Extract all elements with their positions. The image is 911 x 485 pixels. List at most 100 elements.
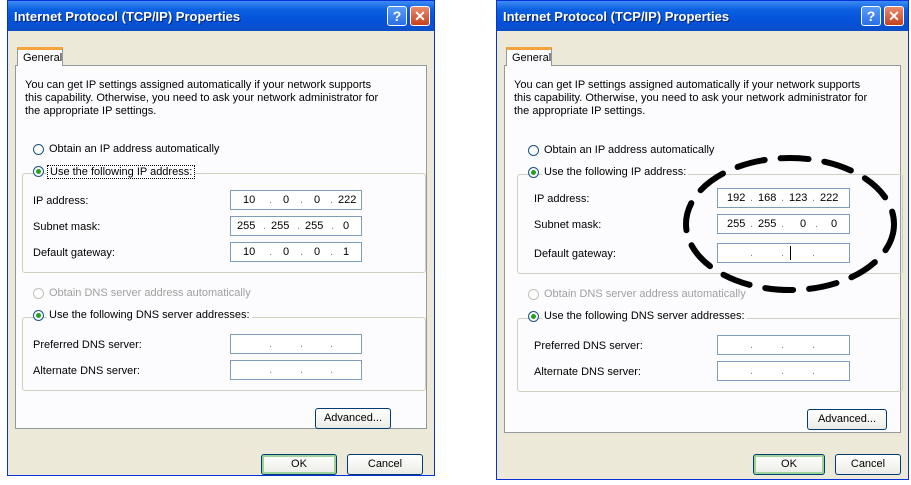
right-ip-sep: . (812, 192, 816, 204)
left-subnet-octet-2: 255 (271, 220, 290, 232)
right-radio-use-dns[interactable] (528, 311, 539, 322)
right-subnet-input[interactable]: 255 . 255 . 0 . 0 (717, 214, 850, 234)
left-gateway-octet-1: 10 (243, 246, 256, 258)
right-subnet-sep: . (815, 218, 819, 230)
right-title-bar[interactable]: Internet Protocol (TCP/IP) Properties ? … (497, 1, 908, 31)
right-subnet-label: Subnet mask: (534, 219, 602, 231)
right-subnet-octet-4: 0 (831, 218, 838, 230)
left-gateway-label: Default gateway: (33, 247, 115, 259)
right-ip-sep: . (750, 192, 754, 204)
right-subnet-sep: . (750, 218, 754, 230)
left-ip-sep: . (330, 194, 334, 206)
right-alternate-dns-sep: . (750, 365, 754, 377)
right-radio-use-dns-dot (531, 314, 536, 319)
right-dialog-title: Internet Protocol (TCP/IP) Properties (503, 9, 730, 24)
left-close-button[interactable]: ✕ (410, 6, 430, 26)
left-ip-octet-4: 222 (338, 194, 357, 206)
right-gateway-label: Default gateway: (534, 248, 616, 260)
left-subnet-octet-1: 255 (237, 220, 256, 232)
left-gateway-octet-3: 0 (314, 246, 321, 258)
left-preferred-dns-sep: . (330, 338, 334, 350)
right-help-button[interactable]: ? (861, 6, 881, 26)
left-subnet-octet-3: 255 (305, 220, 324, 232)
left-ip-input[interactable]: 10 . 0 . 0 . 222 (230, 190, 362, 210)
help-icon: ? (866, 8, 876, 24)
right-advanced-button[interactable]: Advanced... (807, 409, 887, 430)
right-intro-line1: You can get IP settings assigned automat… (514, 79, 861, 91)
left-ip-octet-3: 0 (314, 194, 321, 206)
left-subnet-input[interactable]: 255 . 255 . 255 . 0 (230, 216, 362, 236)
left-gateway-sep: . (330, 246, 334, 258)
left-intro-line2: this capability. Otherwise, you need to … (25, 92, 379, 104)
right-tab-general[interactable]: General (506, 47, 552, 66)
left-ip-sep: . (269, 194, 273, 206)
right-intro-line2: this capability. Otherwise, you need to … (514, 92, 868, 104)
left-advanced-button[interactable]: Advanced... (315, 408, 391, 429)
right-ip-input[interactable]: 192 . 168 . 123 . 222 (717, 188, 850, 208)
left-ip-octet-1: 10 (243, 194, 256, 206)
left-subnet-sep: . (297, 220, 301, 232)
right-dialog: Internet Protocol (TCP/IP) Properties ? … (496, 0, 909, 480)
right-preferred-dns-sep: . (750, 339, 754, 351)
left-subnet-sep: . (263, 220, 267, 232)
left-intro-line3: the appropriate IP settings. (25, 105, 157, 117)
left-subnet-octet-4: 0 (343, 220, 350, 232)
right-radio-obtain-dns[interactable] (528, 289, 539, 300)
left-preferred-dns-sep: . (269, 338, 273, 350)
left-help-button[interactable]: ? (387, 6, 407, 26)
right-ip-sep: . (781, 192, 785, 204)
left-radio-obtain-dns[interactable] (33, 288, 44, 299)
left-preferred-dns-input[interactable]: . . . (230, 334, 362, 354)
right-radio-use-ip[interactable] (528, 167, 539, 178)
left-gateway-octet-4: 1 (343, 246, 350, 258)
right-preferred-dns-input[interactable]: . . . (717, 335, 850, 355)
right-gateway-input[interactable]: . . . (717, 243, 850, 263)
left-radio-use-ip-dot (36, 169, 41, 174)
right-alternate-dns-input[interactable]: . . . (717, 361, 850, 381)
right-preferred-dns-sep: . (781, 339, 785, 351)
right-preferred-dns-sep: . (812, 339, 816, 351)
left-ip-sep: . (300, 194, 304, 206)
right-close-button[interactable]: ✕ (884, 6, 904, 26)
right-alternate-dns-sep: . (781, 365, 785, 377)
right-radio-obtain-dns-label: Obtain DNS server address automatically (544, 288, 746, 300)
right-radio-obtain-ip[interactable] (528, 145, 539, 156)
left-gateway-sep: . (269, 246, 273, 258)
left-gateway-sep: . (300, 246, 304, 258)
left-cancel-button[interactable]: Cancel (347, 454, 423, 475)
right-preferred-dns-label: Preferred DNS server: (534, 340, 643, 352)
left-ip-label: IP address: (33, 195, 89, 207)
right-tab-general-label: General (512, 52, 552, 64)
left-alternate-dns-sep: . (300, 364, 304, 376)
left-alternate-dns-input[interactable]: . . . (230, 360, 362, 380)
close-icon: ✕ (888, 8, 900, 24)
left-dialog-title: Internet Protocol (TCP/IP) Properties (14, 9, 241, 24)
right-ip-octet-4: 222 (820, 192, 839, 204)
left-gateway-input[interactable]: 10 . 0 . 0 . 1 (230, 242, 362, 262)
right-radio-obtain-ip-label: Obtain an IP address automatically (544, 144, 715, 156)
right-ok-button[interactable]: OK (753, 454, 825, 475)
left-intro-line1: You can get IP settings assigned automat… (25, 79, 372, 91)
left-radio-use-ip-label: Use the following IP address: (47, 165, 196, 179)
left-radio-obtain-ip[interactable] (33, 144, 44, 155)
left-ok-button[interactable]: OK (261, 454, 337, 475)
left-ip-octet-2: 0 (283, 194, 290, 206)
left-dns-group (22, 317, 426, 391)
left-radio-use-dns-label: Use the following DNS server addresses: (47, 309, 252, 321)
text-cursor (790, 246, 791, 260)
right-cancel-button[interactable]: Cancel (835, 454, 901, 475)
right-ip-octet-3: 123 (789, 192, 808, 204)
right-alternate-dns-sep: . (812, 365, 816, 377)
left-radio-use-dns[interactable] (33, 310, 44, 321)
left-radio-use-dns-dot (36, 313, 41, 318)
right-ip-octet-1: 192 (727, 192, 746, 204)
right-subnet-octet-2: 255 (758, 218, 777, 230)
left-title-bar[interactable]: Internet Protocol (TCP/IP) Properties ? … (8, 1, 434, 31)
right-gateway-sep: . (750, 247, 754, 259)
left-radio-use-ip[interactable] (33, 166, 44, 177)
left-radio-obtain-dns-label: Obtain DNS server address automatically (49, 287, 251, 299)
right-gateway-sep: . (812, 247, 816, 259)
left-tab-general[interactable]: General (17, 47, 63, 66)
close-icon: ✕ (414, 8, 426, 24)
right-subnet-sep: . (781, 218, 785, 230)
